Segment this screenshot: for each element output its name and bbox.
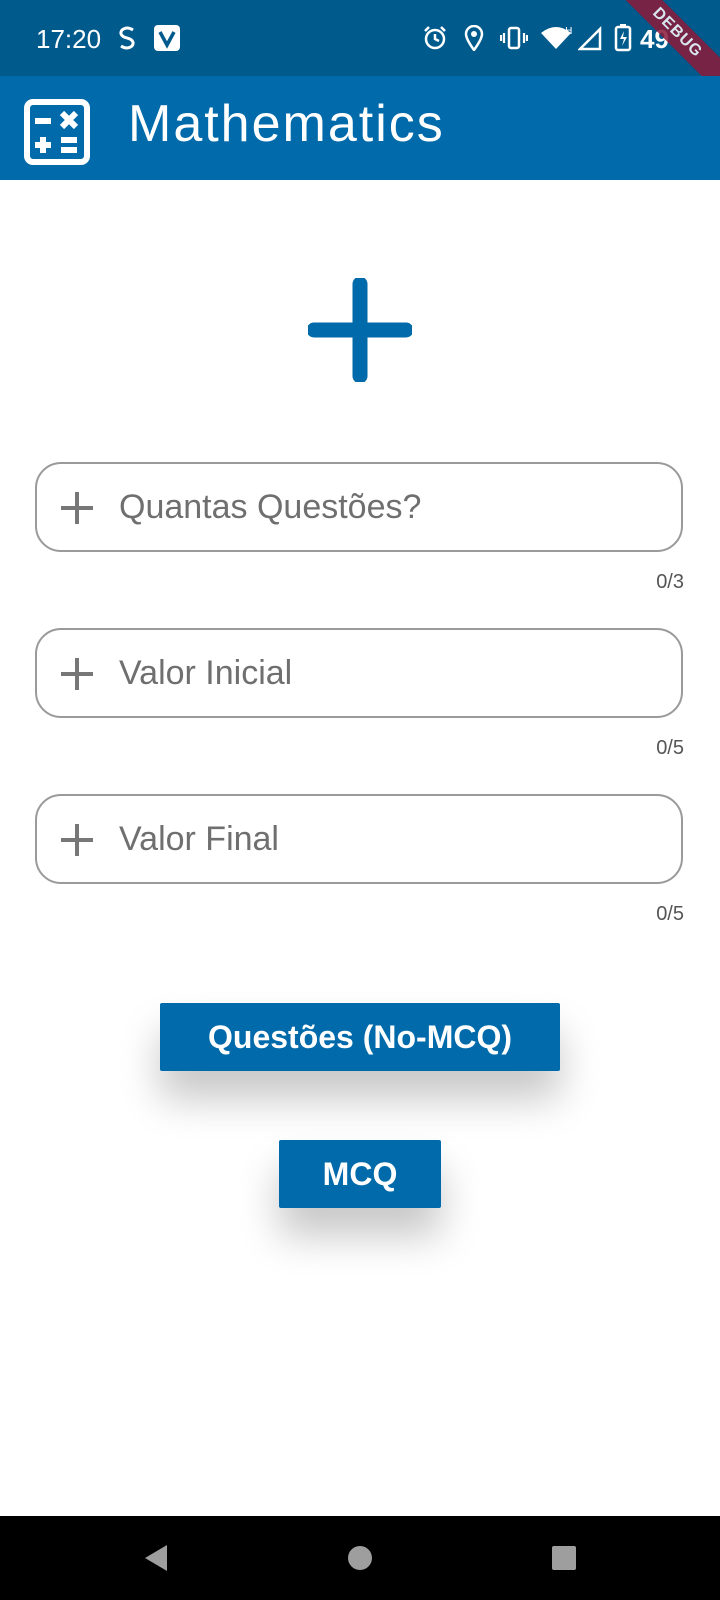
plus-icon [59, 656, 95, 692]
question-count-counter: 0/3 [656, 571, 684, 593]
initial-value-counter: 0/5 [656, 737, 684, 759]
system-nav-bar [0, 1516, 720, 1600]
plus-icon [59, 490, 95, 526]
calculator-icon [24, 99, 90, 165]
vibrate-icon [500, 22, 528, 54]
question-count-input[interactable] [119, 478, 659, 536]
app-bar: Mathematics [0, 76, 720, 180]
final-value-input[interactable] [119, 810, 659, 868]
recents-icon[interactable] [542, 1536, 586, 1580]
signal-icon [578, 22, 602, 54]
plus-icon [59, 822, 95, 858]
wifi-icon: H [540, 22, 572, 54]
v-app-icon [154, 22, 180, 54]
final-value-counter: 0/5 [656, 903, 684, 925]
status-time: 17:20 [36, 24, 102, 54]
battery-charging-icon [614, 22, 632, 54]
location-icon [464, 22, 484, 54]
initial-value-field[interactable] [35, 628, 683, 718]
status-bar: 17:20 H 49 DEBUG [0, 0, 720, 103]
sync-icon [116, 22, 138, 54]
alarm-icon [422, 22, 448, 54]
mcq-button[interactable]: MCQ [279, 1140, 441, 1208]
non-mcq-questions-button[interactable]: Questões (No-MCQ) [160, 1003, 560, 1071]
home-icon[interactable] [338, 1536, 382, 1580]
final-value-field[interactable] [35, 794, 683, 884]
app-title: Mathematics [128, 95, 445, 153]
back-icon[interactable] [134, 1536, 178, 1580]
plus-icon [306, 276, 414, 384]
svg-text:H: H [565, 26, 572, 37]
question-count-field[interactable] [35, 462, 683, 552]
initial-value-input[interactable] [119, 644, 659, 702]
